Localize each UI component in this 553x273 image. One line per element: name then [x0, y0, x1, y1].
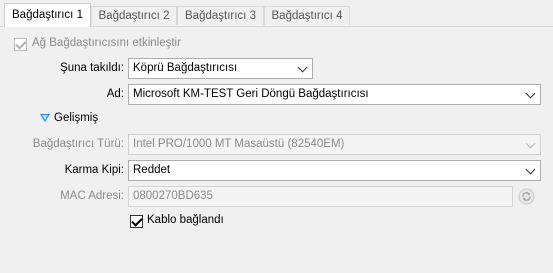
mac-address-field[interactable]: 0800270BD635: [128, 186, 513, 207]
tab-bar: Bağdaştırıcı 1 Bağdaştırıcı 2 Bağdaştırı…: [0, 0, 553, 27]
cable-connected-checkbox[interactable]: [130, 215, 143, 228]
mac-address-label: MAC Adresi:: [60, 190, 124, 202]
check-icon: [131, 215, 143, 227]
enable-adapter-checkbox[interactable]: [14, 38, 27, 51]
chevron-down-icon: [525, 164, 536, 175]
promiscuous-mode-select[interactable]: Reddet: [128, 160, 541, 181]
adapter-type-select[interactable]: Intel PRO/1000 MT Masaüstü (82540EM): [128, 134, 541, 155]
name-label: Ad:: [106, 88, 124, 100]
expand-triangle-icon[interactable]: [40, 114, 50, 122]
enable-adapter-label: Ağ Bağdaştırıcısını etkinleştir: [32, 37, 181, 49]
chevron-down-icon: [297, 62, 308, 73]
adapter-type-value: Intel PRO/1000 MT Masaüstü (82540EM): [133, 138, 345, 150]
promiscuous-mode-value: Reddet: [133, 164, 171, 176]
tab-adapter-2[interactable]: Bağdaştırıcı 2: [91, 6, 177, 25]
adapter-type-label: Bağdaştırıcı Türü:: [32, 138, 124, 150]
cable-connected-label: Kablo bağlandı: [147, 214, 224, 226]
attached-to-label: Şuna takıldı:: [60, 62, 124, 74]
name-value: Microsoft KM-TEST Geri Döngü Bağdaştırıc…: [133, 88, 369, 100]
check-icon: [15, 38, 27, 50]
promiscuous-mode-label: Karma Kipi:: [64, 164, 124, 176]
refresh-mac-icon[interactable]: [518, 188, 535, 205]
chevron-down-icon: [525, 138, 536, 149]
tab-adapter-4[interactable]: Bağdaştırıcı 4: [264, 6, 350, 25]
advanced-toggle-label[interactable]: Gelişmiş: [54, 112, 98, 124]
chevron-down-icon: [525, 88, 536, 99]
name-select[interactable]: Microsoft KM-TEST Geri Döngü Bağdaştırıc…: [128, 84, 541, 105]
tab-adapter-3[interactable]: Bağdaştırıcı 3: [177, 6, 264, 25]
tab-adapter-1[interactable]: Bağdaştırıcı 1: [4, 3, 91, 27]
attached-to-value: Köprü Bağdaştırıcısı: [133, 62, 238, 74]
attached-to-select[interactable]: Köprü Bağdaştırıcısı: [128, 58, 313, 79]
